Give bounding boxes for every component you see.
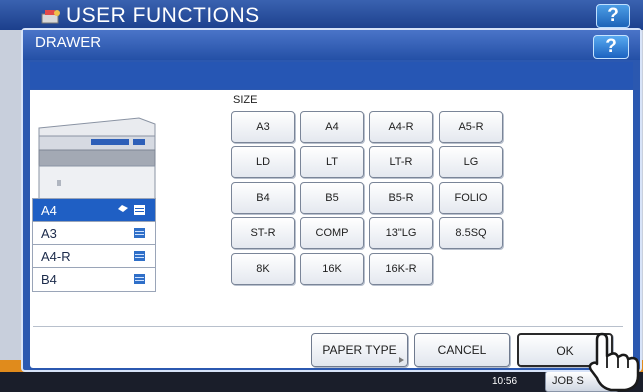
size-button-lt[interactable]: LT [300,146,364,178]
drawer-item-a3[interactable]: A3 [33,222,155,245]
clock-time: 10:56 [492,376,518,387]
background-help-button[interactable]: ? [596,4,630,28]
paper-tray-icon [134,228,145,238]
size-button-b5-r[interactable]: B5-R [369,182,433,214]
size-button-comp[interactable]: COMP [300,217,364,249]
drawer-item-b4[interactable]: B4 [33,268,155,291]
background-title: USER FUNCTIONS [66,4,260,27]
size-button-8k[interactable]: 8K [231,253,295,285]
pointer-hand-icon [588,332,640,392]
drawer-label: A4-R [41,249,71,264]
dialog-help-button[interactable]: ? [593,35,629,59]
size-button-ld[interactable]: LD [231,146,295,178]
size-button-a3[interactable]: A3 [231,111,295,143]
paper-type-button[interactable]: PAPER TYPE [311,333,408,367]
drawer-item-a4-r[interactable]: A4-R [33,245,155,268]
submenu-arrow-icon [399,357,404,363]
dialog-title: DRAWER [35,34,102,51]
size-button-a4[interactable]: A4 [300,111,364,143]
size-button-folio[interactable]: FOLIO [439,182,503,214]
copier-illustration [38,117,156,202]
cancel-button[interactable]: CANCEL [414,333,510,367]
dialog-message-band [30,62,633,89]
size-button-lg[interactable]: LG [439,146,503,178]
size-button-8-5sq[interactable]: 8.5SQ [439,217,503,249]
drawer-label: A4 [41,203,57,218]
size-label: SIZE [233,94,258,106]
paper-type-label: PAPER TYPE [322,343,397,357]
size-button-st-r[interactable]: ST-R [231,217,295,249]
size-button-lt-r[interactable]: LT-R [369,146,433,178]
size-button-a5-r[interactable]: A5-R [439,111,503,143]
paper-tray-icon [134,205,145,215]
drawer-list: A4 A3 A4-R B4 [32,198,156,292]
dialog-titlebar: DRAWER ? [23,30,640,60]
drawer-label: B4 [41,272,57,287]
size-button-b4[interactable]: B4 [231,182,295,214]
size-button-b5[interactable]: B5 [300,182,364,214]
divider [33,326,623,327]
size-button-a4-r[interactable]: A4-R [369,111,433,143]
paper-tray-icon [134,274,145,284]
size-button-16k-r[interactable]: 16K-R [369,253,433,285]
drawer-label: A3 [41,226,57,241]
size-button-16k[interactable]: 16K [300,253,364,285]
size-button-13lg[interactable]: 13"LG [369,217,433,249]
drawer-item-a4[interactable]: A4 [33,199,155,222]
user-functions-icon [41,10,60,24]
paper-tray-icon [134,251,145,261]
selected-check-icon [118,205,128,212]
